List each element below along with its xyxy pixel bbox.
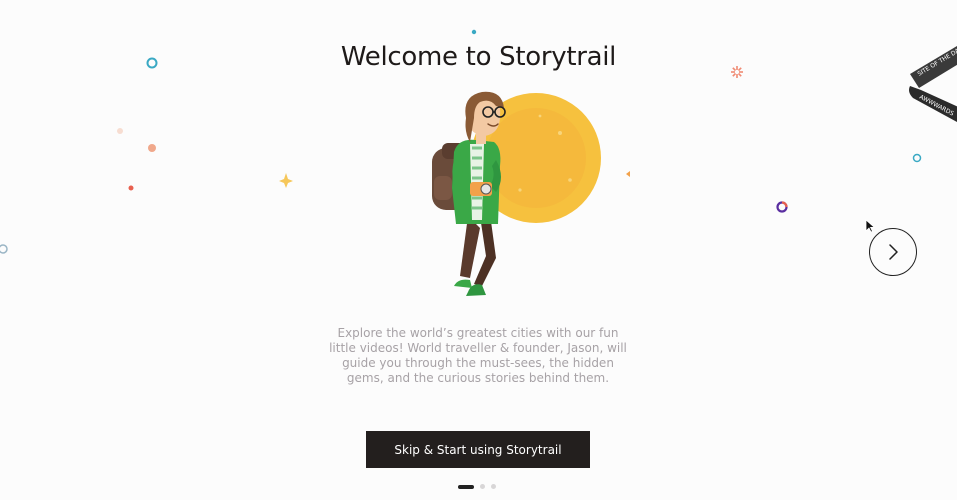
chevron-right-icon <box>889 244 898 260</box>
skip-start-button[interactable]: Skip & Start using Storytrail <box>366 431 590 468</box>
confetti-sparkle <box>279 173 293 188</box>
pagination-dot[interactable] <box>480 484 485 489</box>
confetti-ring <box>912 153 922 163</box>
confetti-dot <box>128 185 134 191</box>
confetti-triangle <box>626 171 630 177</box>
mouse-cursor-icon <box>865 219 875 233</box>
page-title: Welcome to Storytrail <box>340 42 617 72</box>
intro-description: Explore the world’s greatest cities with… <box>329 326 627 385</box>
pagination-dot-active[interactable] <box>458 484 474 489</box>
confetti-dot <box>148 144 156 152</box>
pagination-dot[interactable] <box>491 484 496 489</box>
slide-pagination <box>458 484 496 489</box>
confetti-dot <box>471 29 477 35</box>
confetti-ring-accent <box>781 201 788 208</box>
confetti-ring <box>776 201 788 213</box>
next-slide-button[interactable] <box>869 228 917 276</box>
traveller-illustration <box>432 91 601 296</box>
confetti-dot <box>117 128 123 134</box>
confetti-ring <box>0 244 8 254</box>
